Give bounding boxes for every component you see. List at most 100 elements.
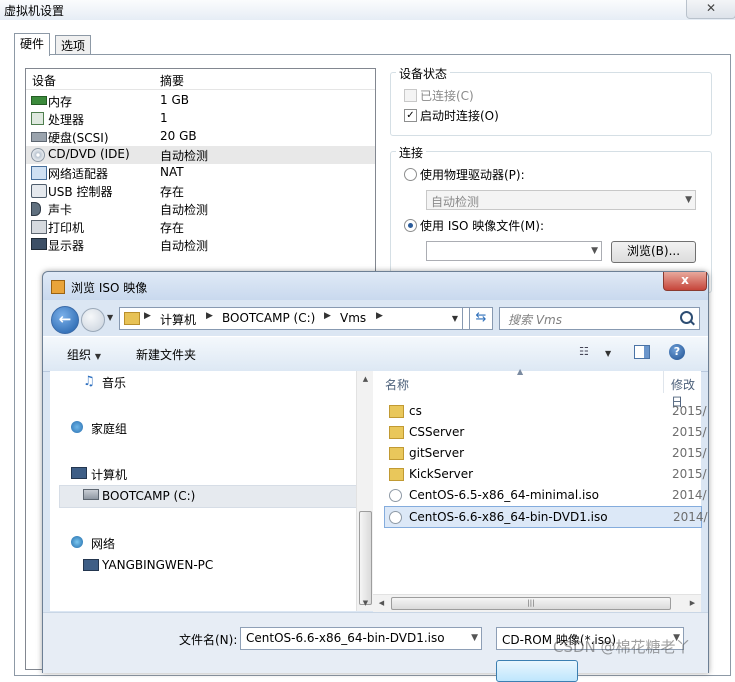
chevron-down-icon[interactable]: ▼ xyxy=(471,633,478,643)
dialog-close-button[interactable]: x xyxy=(663,272,707,291)
device-row-network-adapter[interactable]: 网络适配器 NAT xyxy=(26,164,375,182)
device-summary: 自动检测 xyxy=(160,203,209,217)
disc-image-icon xyxy=(389,511,402,524)
browse-button[interactable]: 浏览(B)... xyxy=(611,241,696,263)
refresh-button[interactable]: ⇆ xyxy=(469,307,493,330)
cd-dvd-icon xyxy=(31,148,45,162)
physical-drive-select[interactable]: 自动检测 ▼ xyxy=(426,190,696,210)
device-status-title: 设备状态 xyxy=(396,65,451,82)
vm-close-button[interactable]: ✕ xyxy=(686,0,735,19)
file-row[interactable]: gitServer 2015/ xyxy=(385,443,715,463)
file-date: 2015/ xyxy=(672,446,707,460)
breadcrumb-vms[interactable]: Vms xyxy=(340,311,366,325)
folder-icon xyxy=(389,426,404,439)
scroll-down-icon[interactable]: ▼ xyxy=(357,599,374,607)
connect-on-power-label: 启动时连接(O) xyxy=(420,109,499,123)
device-summary: NAT xyxy=(160,165,184,179)
device-row-printer[interactable]: 打印机 存在 xyxy=(26,218,375,236)
sound-card-icon xyxy=(31,202,41,216)
printer-icon xyxy=(31,220,47,234)
column-device[interactable]: 设备 xyxy=(32,72,56,89)
iso-file-label: 使用 ISO 映像文件(M): xyxy=(420,219,544,233)
organize-button[interactable]: 组织 ▼ xyxy=(67,346,101,363)
search-box[interactable]: 搜索 Vms xyxy=(499,307,700,330)
nav-scroll-thumb[interactable] xyxy=(359,511,372,605)
device-row-cd-dvd[interactable]: CD/DVD (IDE) 自动检测 xyxy=(26,146,375,164)
nav-item-yangbingwen-pc[interactable]: YANGBINGWEN-PC xyxy=(102,558,213,572)
file-row-selected[interactable]: CentOS-6.6-x86_64-bin-DVD1.iso 2014/ xyxy=(384,506,708,528)
breadcrumb-bootcamp[interactable]: BOOTCAMP (C:) xyxy=(222,311,315,325)
device-row-hard-disk[interactable]: 硬盘(SCSI) 20 GB xyxy=(26,128,375,146)
search-icon[interactable] xyxy=(680,311,693,324)
file-name: gitServer xyxy=(409,446,465,460)
breadcrumb[interactable]: ▶ 计算机 ▶ BOOTCAMP (C:) ▶ Vms ▶ xyxy=(119,307,491,330)
preview-pane-icon[interactable] xyxy=(634,345,650,359)
file-date: 2014/ xyxy=(672,488,707,502)
file-row[interactable]: CSServer 2015/ xyxy=(385,422,715,442)
arrow-left-icon: ← xyxy=(58,310,72,328)
back-button[interactable]: ← xyxy=(51,306,79,334)
nav-item-network[interactable]: 网络 xyxy=(91,535,115,552)
file-name: CSServer xyxy=(409,425,465,439)
tab-options[interactable]: 选项 xyxy=(55,35,92,56)
device-row-processor[interactable]: 处理器 1 xyxy=(26,110,375,128)
connected-label: 已连接(C) xyxy=(420,89,474,103)
scroll-right-icon[interactable]: ▶ xyxy=(684,599,701,607)
forward-button[interactable] xyxy=(81,308,105,332)
folder-icon xyxy=(389,405,404,418)
nav-item-bootcamp[interactable]: BOOTCAMP (C:) xyxy=(102,489,195,503)
new-folder-button[interactable]: 新建文件夹 xyxy=(136,346,196,363)
device-summary: 20 GB xyxy=(160,129,197,143)
nav-item-music[interactable]: 音乐 xyxy=(102,374,126,391)
help-icon[interactable]: ? xyxy=(669,344,685,360)
device-summary: 1 GB xyxy=(160,93,189,107)
column-divider[interactable] xyxy=(663,371,664,393)
browse-iso-dialog: 浏览 ISO 映像 x ← ▼ ▶ 计算机 ▶ BOOTCAMP (C:) ▶ … xyxy=(42,271,709,682)
open-button[interactable] xyxy=(496,660,578,682)
iso-file-radio[interactable] xyxy=(404,219,417,232)
file-scroll-thumb[interactable]: ||| xyxy=(391,597,671,610)
filename-input[interactable]: CentOS-6.6-x86_64-bin-DVD1.iso ▼ xyxy=(240,627,482,650)
connected-checkbox[interactable] xyxy=(404,89,417,102)
tab-hardware[interactable]: 硬件 xyxy=(14,33,51,56)
hard-disk-icon xyxy=(31,132,47,142)
history-dropdown-icon[interactable]: ▼ xyxy=(107,313,113,322)
chevron-right-icon[interactable]: ▶ xyxy=(144,311,151,321)
dialog-toolbar: 组织 ▼ 新建文件夹 ☷ ▼ ? xyxy=(43,336,708,372)
chevron-down-icon[interactable]: ▼ xyxy=(605,349,611,358)
device-name: 打印机 xyxy=(48,221,85,235)
device-row-display[interactable]: 显示器 自动检测 xyxy=(26,236,375,254)
device-row-sound-card[interactable]: 声卡 自动检测 xyxy=(26,200,375,218)
iso-path-combo[interactable]: ▼ xyxy=(426,241,602,261)
view-options-icon[interactable]: ☷ xyxy=(579,345,593,358)
device-row-usb-controller[interactable]: USB 控制器 存在 xyxy=(26,182,375,200)
device-row-memory[interactable]: 内存 1 GB xyxy=(26,92,375,110)
file-row[interactable]: KickServer 2015/ xyxy=(385,464,715,484)
chevron-right-icon[interactable]: ▶ xyxy=(206,311,213,321)
chevron-right-icon[interactable]: ▶ xyxy=(376,311,383,321)
breadcrumb-computer[interactable]: 计算机 xyxy=(160,311,196,328)
organize-label: 组织 xyxy=(67,348,92,362)
filename-value: CentOS-6.6-x86_64-bin-DVD1.iso xyxy=(246,631,445,645)
column-header-name[interactable]: 名称 xyxy=(385,376,409,393)
address-dropdown-button[interactable]: ▼ xyxy=(448,307,463,330)
file-row[interactable]: CentOS-6.5-x86_64-minimal.iso 2014/ xyxy=(385,485,715,505)
nav-item-homegroup[interactable]: 家庭组 xyxy=(91,420,127,437)
disc-image-icon xyxy=(389,489,402,502)
nav-item-computer[interactable]: 计算机 xyxy=(91,466,127,483)
device-list-header: 设备 摘要 xyxy=(26,69,375,90)
file-row[interactable]: cs 2015/ xyxy=(385,401,715,421)
vm-tab-strip xyxy=(0,20,735,54)
scroll-up-icon[interactable]: ▲ xyxy=(357,375,374,383)
connect-on-power-checkbox[interactable]: ✓ xyxy=(404,109,417,122)
chevron-right-icon[interactable]: ▶ xyxy=(324,311,331,321)
physical-drive-radio[interactable] xyxy=(404,168,417,181)
scroll-left-icon[interactable]: ◀ xyxy=(373,599,390,607)
nav-vertical-scrollbar[interactable]: ▲ ▼ xyxy=(356,371,374,611)
connection-title: 连接 xyxy=(396,144,427,161)
device-name: 声卡 xyxy=(48,203,73,217)
device-summary: 存在 xyxy=(160,185,185,199)
file-horizontal-scrollbar[interactable]: ◀ ||| ▶ xyxy=(373,594,701,612)
physical-drive-label: 使用物理驱动器(P): xyxy=(420,168,525,182)
column-summary[interactable]: 摘要 xyxy=(160,72,184,89)
